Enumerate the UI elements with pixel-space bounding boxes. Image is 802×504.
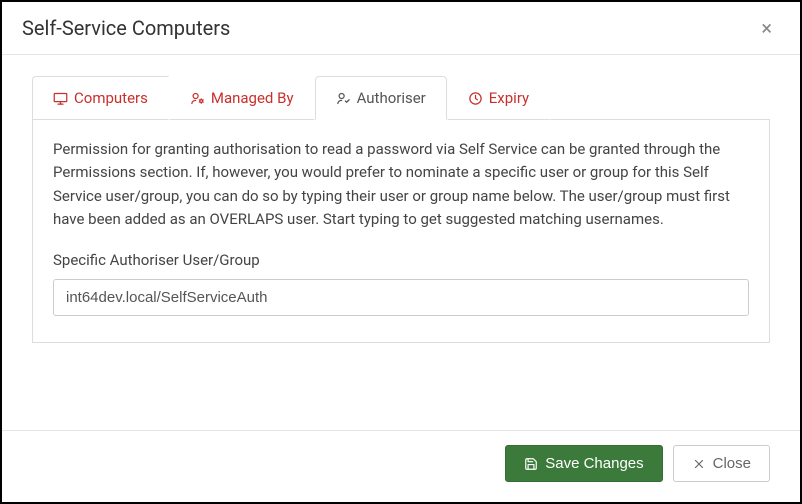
dialog-body: Computers Managed By Auth xyxy=(2,55,800,430)
save-icon xyxy=(524,457,538,471)
close-button[interactable]: Close xyxy=(673,445,770,482)
close-button-label: Close xyxy=(713,455,751,472)
close-icon[interactable]: × xyxy=(753,14,780,42)
dialog-footer: Save Changes Close xyxy=(2,430,800,502)
authoriser-description: Permission for granting authorisation to… xyxy=(53,138,749,231)
tab-bar: Computers Managed By Auth xyxy=(32,75,770,120)
close-icon-small xyxy=(692,457,706,471)
dialog-title: Self-Service Computers xyxy=(22,16,230,40)
save-button-label: Save Changes xyxy=(545,455,643,472)
authoriser-panel: Permission for granting authorisation to… xyxy=(32,120,770,343)
authoriser-input[interactable] xyxy=(53,279,749,316)
tab-label: Computers xyxy=(74,89,148,107)
tab-managed-by[interactable]: Managed By xyxy=(169,76,315,120)
authoriser-field-label: Specific Authoriser User/Group xyxy=(53,251,749,269)
tab-label: Expiry xyxy=(489,89,529,107)
tab-expiry[interactable]: Expiry xyxy=(447,76,550,120)
user-gear-icon xyxy=(190,91,205,106)
save-button[interactable]: Save Changes xyxy=(505,445,662,482)
dialog-header: Self-Service Computers × xyxy=(2,2,800,55)
user-check-icon xyxy=(336,91,351,106)
tab-computers[interactable]: Computers xyxy=(32,76,169,120)
tab-label: Managed By xyxy=(211,89,294,107)
tab-label: Authoriser xyxy=(357,89,426,107)
tab-authoriser[interactable]: Authoriser xyxy=(315,76,447,120)
clock-icon xyxy=(468,91,483,106)
monitor-icon xyxy=(53,91,68,106)
